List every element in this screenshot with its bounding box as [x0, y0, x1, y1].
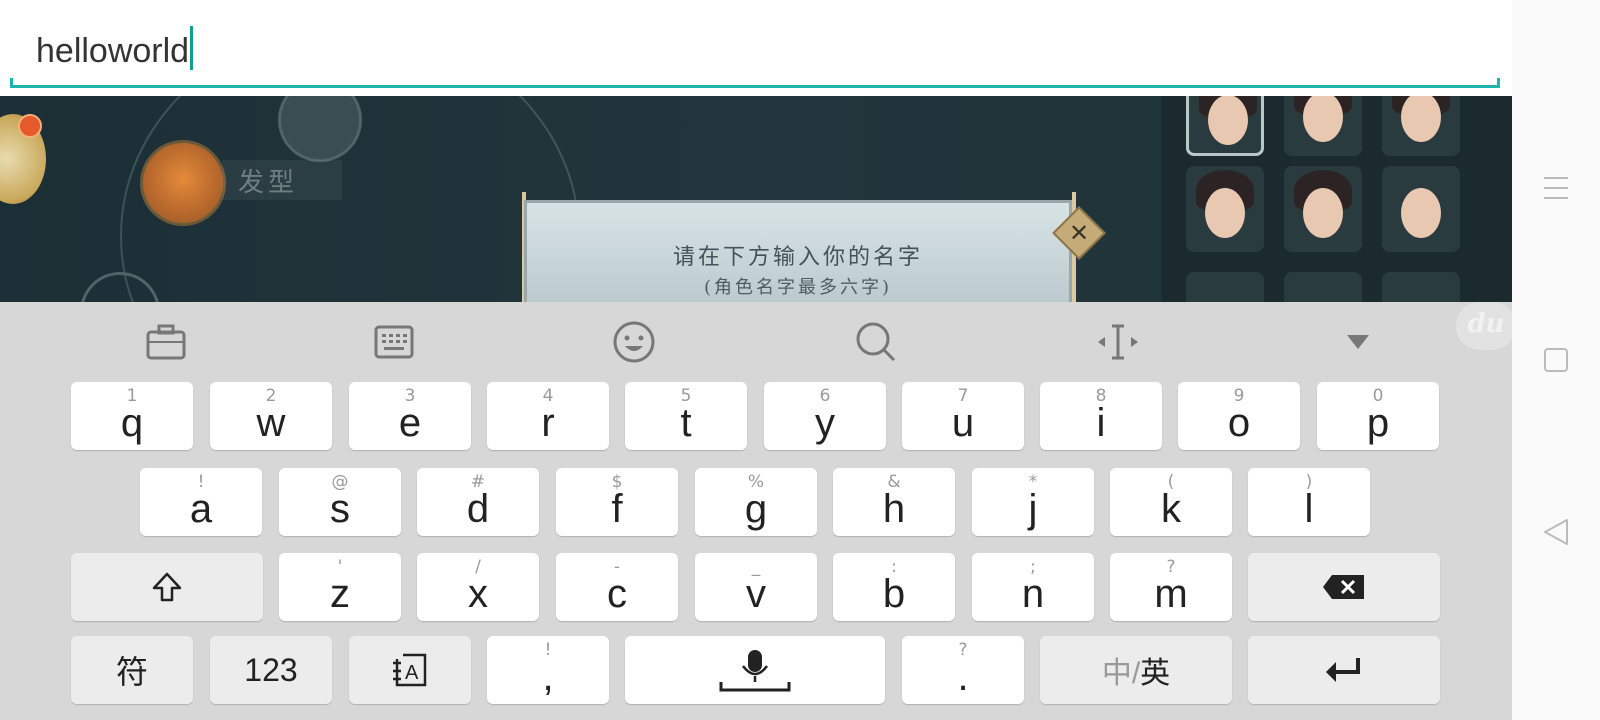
character-option[interactable]: [1284, 166, 1362, 252]
character-option[interactable]: [1284, 96, 1362, 156]
key-v[interactable]: _ v: [695, 553, 817, 621]
du-logo: du: [1456, 302, 1516, 350]
shift-icon: [71, 553, 263, 621]
character-option[interactable]: [1382, 166, 1460, 252]
briefcase-icon[interactable]: [142, 318, 190, 366]
hairstyle-icon[interactable]: [140, 140, 226, 226]
key-s[interactable]: @ s: [279, 468, 401, 536]
key-i[interactable]: 8i: [1040, 382, 1162, 450]
cursor-move-icon[interactable]: [1094, 318, 1142, 366]
numbers-key[interactable]: 123: [210, 636, 332, 704]
text-caret: [190, 26, 194, 70]
key-e[interactable]: 3e: [349, 382, 471, 450]
name-input-bar[interactable]: helloworld: [0, 0, 1512, 96]
input-value: helloworld: [36, 32, 190, 70]
shift-key[interactable]: [71, 553, 263, 621]
character-option[interactable]: [1186, 166, 1264, 252]
key-d[interactable]: # d: [417, 468, 539, 536]
key-comma[interactable]: !,: [487, 636, 609, 704]
english-label: 英: [1140, 657, 1171, 690]
screen: helloworld 发型 请在下方输入你的名字 (角色名字最多六字) ✕ du…: [0, 0, 1600, 720]
key-n[interactable]: ; n: [972, 553, 1094, 621]
key-g[interactable]: % g: [695, 468, 817, 536]
chinese-label: 中/: [1101, 657, 1141, 690]
key-z[interactable]: ' z: [279, 553, 401, 621]
enter-key[interactable]: [1248, 636, 1440, 704]
character-option[interactable]: [1186, 272, 1264, 302]
emoji-icon[interactable]: [610, 318, 658, 366]
key-b[interactable]: :b: [833, 553, 955, 621]
character-option[interactable]: [1382, 96, 1460, 156]
notification-dot: [18, 114, 42, 138]
key-q[interactable]: 1q: [71, 382, 193, 450]
character-option[interactable]: [1186, 96, 1264, 156]
key-f[interactable]: $ f: [556, 468, 678, 536]
name-input[interactable]: helloworld: [36, 26, 194, 71]
key-c[interactable]: -c: [556, 553, 678, 621]
collapse-keyboard-icon[interactable]: [1334, 318, 1382, 366]
key-l[interactable]: ) l: [1248, 468, 1370, 536]
microphone-icon: [625, 636, 885, 704]
back-icon[interactable]: [1532, 508, 1580, 556]
character-grid: [1162, 96, 1512, 302]
space-key[interactable]: [625, 636, 885, 704]
home-square-icon[interactable]: [1532, 336, 1580, 384]
name-dialog: 请在下方输入你的名字 (角色名字最多六字): [524, 200, 1072, 302]
menu-icon[interactable]: [1532, 164, 1580, 212]
backspace-key[interactable]: [1248, 553, 1440, 621]
key-t[interactable]: 5t: [625, 382, 747, 450]
close-icon: ✕: [1068, 219, 1090, 247]
symbols-key[interactable]: 符: [71, 636, 193, 704]
key-a[interactable]: ! a: [140, 468, 262, 536]
dialog-subtitle: (角色名字最多六字): [703, 277, 893, 298]
key-h[interactable]: & h: [833, 468, 955, 536]
key-y[interactable]: 6y: [764, 382, 886, 450]
language-toggle-key[interactable]: 中/英: [1040, 636, 1232, 704]
input-underline: [10, 78, 1500, 88]
key-r[interactable]: 4r: [487, 382, 609, 450]
system-nav-bar: [1512, 0, 1600, 720]
key-m[interactable]: ? m: [1110, 553, 1232, 621]
handwriting-icon: A: [349, 636, 471, 704]
key-j[interactable]: * j: [972, 468, 1094, 536]
key-w[interactable]: 2w: [210, 382, 332, 450]
key-k[interactable]: (k: [1110, 468, 1232, 536]
handwriting-key[interactable]: A: [349, 636, 471, 704]
character-option[interactable]: [1382, 272, 1460, 302]
key-o[interactable]: 9o: [1178, 382, 1300, 450]
svg-text:A: A: [405, 662, 419, 684]
dialog-title: 请在下方输入你的名字: [672, 245, 923, 270]
key-p[interactable]: 0p: [1317, 382, 1439, 450]
backspace-icon: [1248, 553, 1440, 621]
key-period[interactable]: ?.: [902, 636, 1024, 704]
character-option[interactable]: [1284, 272, 1362, 302]
enter-icon: [1248, 636, 1440, 704]
game-scene: 发型 请在下方输入你的名字 (角色名字最多六字) ✕: [0, 96, 1512, 302]
keyboard-icon[interactable]: [370, 318, 418, 366]
search-icon[interactable]: [852, 318, 900, 366]
soft-keyboard: du 1q 2w 3e 4r 5t 6y 7u 8i 9o 0p ! a @ s #…: [0, 302, 1516, 720]
key-u[interactable]: 7u: [902, 382, 1024, 450]
hairstyle-label[interactable]: 发型: [238, 162, 298, 199]
key-x[interactable]: / x: [417, 553, 539, 621]
